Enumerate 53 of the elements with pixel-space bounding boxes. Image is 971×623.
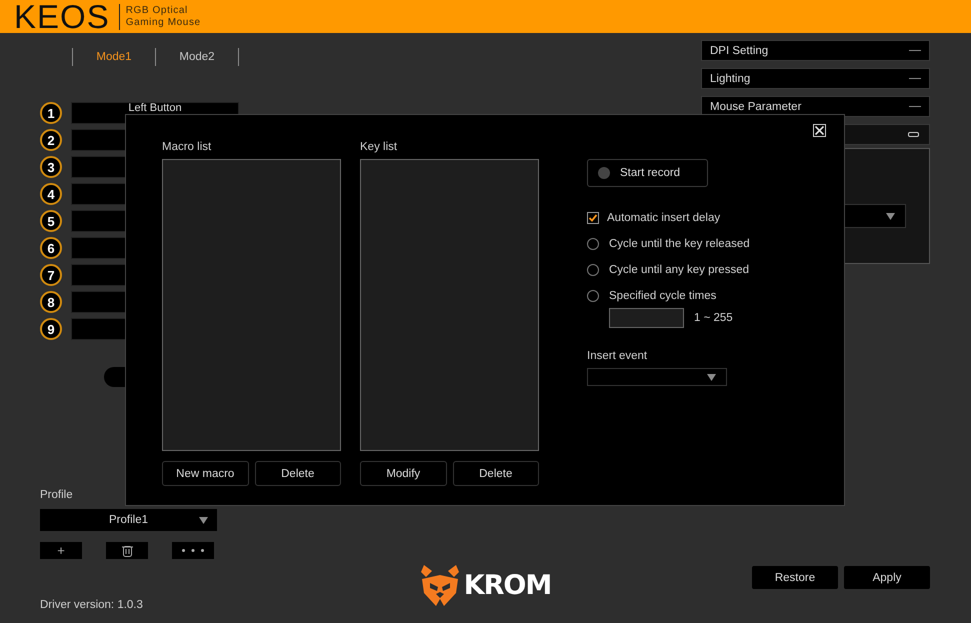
number-badge: 6 [40,237,62,259]
logo-icon [420,563,460,607]
caret-icon [199,517,208,524]
number-badge: 8 [40,291,62,313]
driver-version: Driver version: 1.0.3 [40,599,143,611]
more-button[interactable] [172,542,214,559]
profile-dropdown[interactable]: Profile1 [40,509,217,531]
product-logo: KEOS [14,0,110,33]
cycle-count-field[interactable] [609,308,684,328]
option-label: Automatic insert delay [607,212,720,224]
mode-tab[interactable]: Mode1 [73,51,155,63]
radio-button[interactable] [587,238,599,250]
range-label: 1 ~ 255 [694,312,733,324]
checkbox[interactable] [587,212,599,224]
option-label: Cycle until the key released [609,238,750,250]
product-subtitle: Gaming Mouse [126,16,201,28]
more-icon [182,549,204,552]
brand-logo: KROM [464,570,552,600]
number-badge: 4 [40,183,62,205]
list-label: Macro list [162,141,212,153]
settings-section[interactable]: DPI Setting [701,40,930,61]
trash-icon [122,544,132,556]
radio-button[interactable] [587,264,599,276]
list-button[interactable]: Delete [254,461,341,486]
product-subtitle: RGB Optical [126,4,189,16]
list-button[interactable]: New macro [162,461,248,486]
record-button[interactable]: Start record [587,159,708,187]
settings-section[interactable]: Lighting [701,68,930,89]
footer-button[interactable]: Apply [844,566,930,589]
insert-event-label: Insert event [587,350,648,362]
add-button[interactable]: + [40,542,82,559]
number-badge: 3 [40,156,62,178]
caret-icon [886,212,895,220]
number-badge: 2 [40,129,62,151]
mode-tab[interactable]: Mode2 [156,51,238,63]
number-badge: 9 [40,318,62,340]
list-button[interactable]: Modify [360,461,446,486]
option-label: Cycle until any key pressed [609,264,749,276]
number-badge: 7 [40,264,62,286]
list-label: Key list [360,141,398,153]
list-button[interactable]: Delete [452,461,539,486]
delete-button[interactable] [106,542,148,559]
profile-label: Profile [40,489,73,501]
minimize-icon [908,132,919,137]
settings-section[interactable]: Mouse Parameter [701,96,930,117]
number-badge: 1 [40,102,62,124]
caret-icon [707,374,716,380]
number-badge: 5 [40,210,62,232]
close-icon [814,125,825,136]
option-label: Specified cycle times [609,290,716,302]
radio-button[interactable] [587,290,599,302]
close-button[interactable] [813,124,826,137]
footer-button[interactable]: Restore [752,566,838,589]
